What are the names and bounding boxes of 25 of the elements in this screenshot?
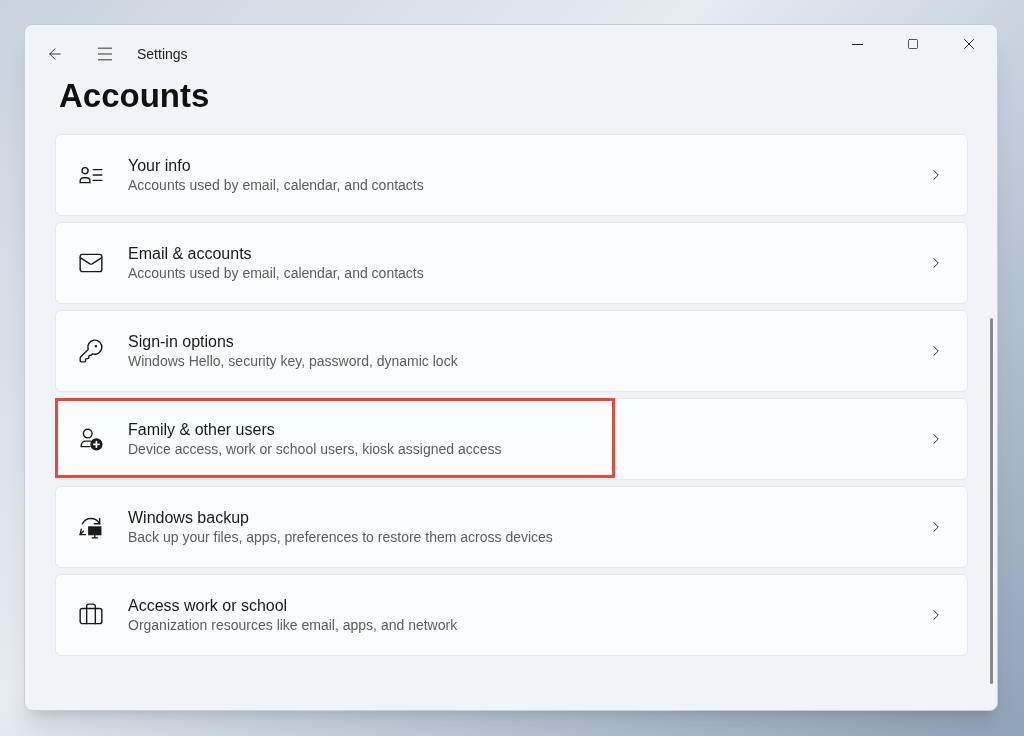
settings-item[interactable]: Access work or school Organization resources like email, apps, and network xyxy=(55,574,968,656)
item-description: Accounts used by email, calendar, and contacts xyxy=(128,264,424,282)
item-description: Back up your files, apps, preferences to restore them across devices xyxy=(128,528,553,546)
settings-item[interactable]: Windows backup Back up your files, apps, preferences to restore them across devices xyxy=(55,486,968,568)
item-title: Sign-in options xyxy=(128,332,235,352)
item-title: Access work or school xyxy=(128,596,289,616)
page-title: Accounts xyxy=(59,79,211,112)
item-title: Your info xyxy=(128,156,192,176)
person-add-icon xyxy=(78,426,104,452)
item-description: Accounts used by email, calendar, and contacts xyxy=(128,176,424,194)
settings-item[interactable]: Family & other users Device access, work or school users, kiosk assigned access xyxy=(55,398,968,480)
scrollbar[interactable] xyxy=(990,318,993,684)
item-description: Windows Hello, security key, password, dynamic lock xyxy=(128,352,458,370)
key-icon xyxy=(78,338,104,364)
item-title: Windows backup xyxy=(128,508,250,528)
minimize-icon xyxy=(851,43,863,45)
maximize-icon xyxy=(907,38,919,50)
settings-item[interactable]: Your info Accounts used by email, calendar, and contacts xyxy=(55,134,968,216)
item-title: Email & accounts xyxy=(128,244,253,264)
settings-item[interactable]: Sign-in options Windows Hello, security key, password, dynamic lock xyxy=(55,310,968,392)
window-title: Settings xyxy=(137,44,188,64)
item-title: Family & other users xyxy=(128,420,276,440)
item-description: Device access, work or school users, kiosk assigned access xyxy=(128,440,502,458)
item-description: Organization resources like email, apps, and network xyxy=(128,616,458,634)
settings-item[interactable]: Email & accounts Accounts used by email, calendar, and contacts xyxy=(55,222,968,304)
